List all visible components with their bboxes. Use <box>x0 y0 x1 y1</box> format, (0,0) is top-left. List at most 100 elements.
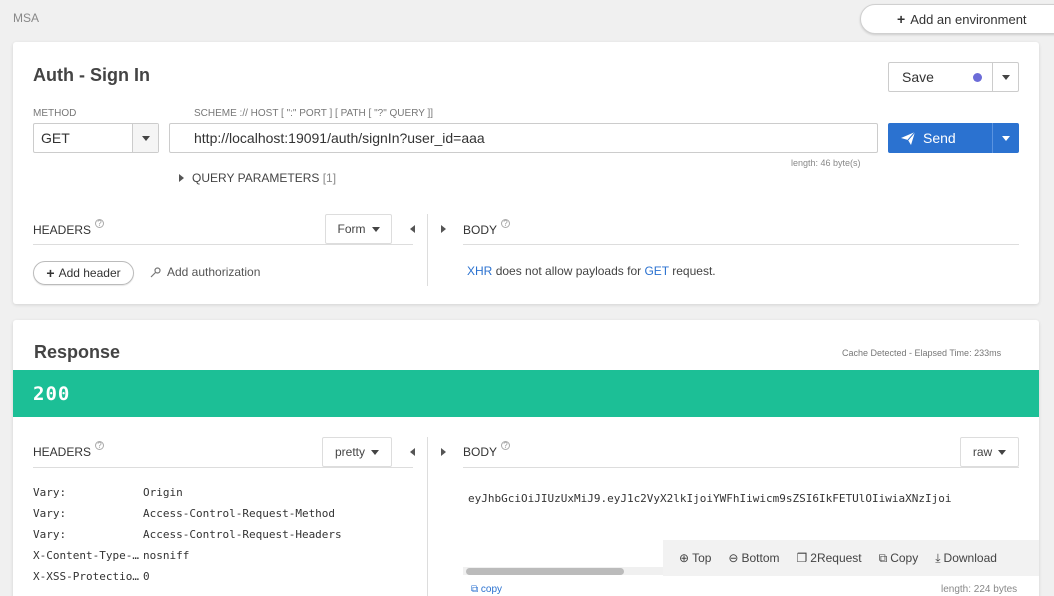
caret-left-icon <box>409 448 415 456</box>
headers-format-dropdown[interactable]: pretty <box>322 437 392 467</box>
method-dropdown-toggle[interactable] <box>133 124 158 152</box>
send-button-group: Send <box>888 123 1019 153</box>
save-options-dropdown[interactable] <box>993 63 1018 91</box>
add-environment-button[interactable]: + Add an environment <box>860 4 1054 34</box>
header-row: Vary: Access-Control-Request-Method <box>33 503 342 524</box>
body-label-text: BODY <box>463 445 498 459</box>
body-format-dropdown[interactable]: raw <box>960 437 1019 467</box>
response-body-text[interactable]: eyJhbGciOiJIUzUxMiJ9.eyJ1c2VyX2lkIjoiYWF… <box>468 492 1021 505</box>
collapse-left-button[interactable] <box>406 223 418 235</box>
method-label: METHOD <box>33 108 77 119</box>
status-bar: 200 <box>13 370 1039 417</box>
headers-mode-dropdown[interactable]: Form <box>325 214 392 244</box>
plus-icon: + <box>46 265 55 281</box>
headers-format-label: pretty <box>334 445 365 459</box>
caret-right-icon <box>179 174 184 182</box>
help-icon: ? <box>501 219 511 228</box>
copy-icon: ⧉ <box>878 550 888 565</box>
header-key: Vary: <box>33 528 67 541</box>
response-headers-label: HEADERS ? <box>33 441 105 459</box>
bottom-button[interactable]: ⊖ Bottom <box>728 551 779 565</box>
no-payload-end: request. <box>672 264 716 278</box>
add-header-label: Add header <box>58 266 121 280</box>
request-body-label: BODY ? <box>463 219 511 237</box>
unsaved-dot-icon <box>973 72 982 82</box>
copy-link[interactable]: ⧉ copy <box>471 584 502 595</box>
chevron-down-icon <box>1002 135 1010 141</box>
xhr-link[interactable]: XHR <box>467 264 492 278</box>
header-row: X-Content-Type-Options: nosniff <box>33 545 342 566</box>
arrow-down-circle-icon: ⊖ <box>728 551 739 565</box>
headers-label-text: HEADERS <box>33 223 92 237</box>
headers-label-text: HEADERS <box>33 445 92 459</box>
no-payload-message: XHR does not allow payloads for GET requ… <box>467 264 716 278</box>
caret-right-icon <box>440 448 446 456</box>
headers-underline <box>33 244 413 245</box>
response-body-label: BODY ? <box>463 441 511 459</box>
header-key: Vary: <box>33 507 67 520</box>
method-value[interactable]: GET <box>34 124 133 152</box>
send-label: Send <box>923 130 956 146</box>
query-parameters-toggle[interactable]: QUERY PARAMETERS [1] <box>179 171 336 185</box>
status-code: 200 <box>33 382 71 405</box>
download-icon: ⤓ <box>935 550 941 565</box>
chevron-down-icon <box>371 449 379 455</box>
header-value: 0 <box>143 570 150 583</box>
url-length: length: 46 byte(s) <box>791 158 861 168</box>
collapse-right-button[interactable] <box>437 446 449 458</box>
arrow-up-circle-icon: ⊕ <box>679 551 690 565</box>
add-authorization-link[interactable]: Add authorization <box>150 265 260 279</box>
top-label: Top <box>692 551 712 565</box>
send-options-dropdown[interactable] <box>993 123 1019 153</box>
method-select[interactable]: GET <box>33 123 159 153</box>
help-icon: ? <box>95 219 105 228</box>
header-row: X-XSS-Protection: 0 <box>33 566 342 587</box>
headers-mode-label: Form <box>337 222 366 236</box>
body-underline <box>463 244 1019 245</box>
copy-link-label: copy <box>480 584 503 595</box>
copy-icon: ⧉ <box>471 584 479 595</box>
top-button[interactable]: ⊕ Top <box>679 551 711 565</box>
header-value: nosniff <box>143 549 190 562</box>
document-icon: ❐ <box>796 551 808 565</box>
url-scheme-label: SCHEME :// HOST [ ":" PORT ] [ PATH [ "?… <box>194 108 434 119</box>
scrollbar-thumb[interactable] <box>466 568 624 575</box>
header-value: Origin <box>143 486 183 499</box>
url-input[interactable] <box>169 123 878 153</box>
chevron-down-icon <box>998 449 1007 455</box>
header-key: X-Content-Type-Options: <box>33 549 143 562</box>
bottom-label: Bottom <box>741 551 780 565</box>
caret-right-icon <box>440 225 446 233</box>
body-format-label: raw <box>972 445 993 459</box>
paper-plane-icon <box>901 131 915 145</box>
method-link[interactable]: GET <box>644 264 668 278</box>
collapse-right-button[interactable] <box>437 223 449 235</box>
save-button-group: Save <box>888 62 1019 92</box>
response-title: Response <box>34 342 121 362</box>
copy-button[interactable]: ⧉ Copy <box>879 551 919 566</box>
headers-underline <box>33 467 413 468</box>
header-row: Vary: Access-Control-Request-Headers <box>33 524 342 545</box>
download-label: Download <box>943 551 997 565</box>
response-headers-list: Vary: Origin Vary: Access-Control-Reques… <box>33 482 342 587</box>
help-icon: ? <box>501 441 511 450</box>
chevron-down-icon <box>371 226 380 232</box>
add-header-button[interactable]: + Add header <box>33 261 134 285</box>
response-length: length: 224 bytes <box>941 584 1018 595</box>
send-button[interactable]: Send <box>888 123 993 153</box>
body-underline <box>463 467 1019 468</box>
no-payload-text: does not allow payloads for <box>495 264 642 278</box>
header-value: Access-Control-Request-Headers <box>143 528 342 541</box>
plus-icon: + <box>897 11 906 27</box>
collapse-left-button[interactable] <box>406 446 418 458</box>
download-button[interactable]: ⤓ Download <box>935 551 997 566</box>
response-panel: Response Cache Detected - Elapsed Time: … <box>13 320 1039 596</box>
header-key: Vary: <box>33 486 67 499</box>
to-request-button[interactable]: ❐ 2Request <box>797 551 862 565</box>
to-request-label: 2Request <box>810 551 862 565</box>
save-button[interactable]: Save <box>889 63 993 91</box>
body-toolbar: ⊕ Top ⊖ Bottom ❐ 2Request ⧉ Copy ⤓ Downl… <box>663 540 1039 576</box>
copy-label: Copy <box>890 551 919 565</box>
add-environment-label: Add an environment <box>910 11 1027 27</box>
body-label-text: BODY <box>463 223 498 237</box>
